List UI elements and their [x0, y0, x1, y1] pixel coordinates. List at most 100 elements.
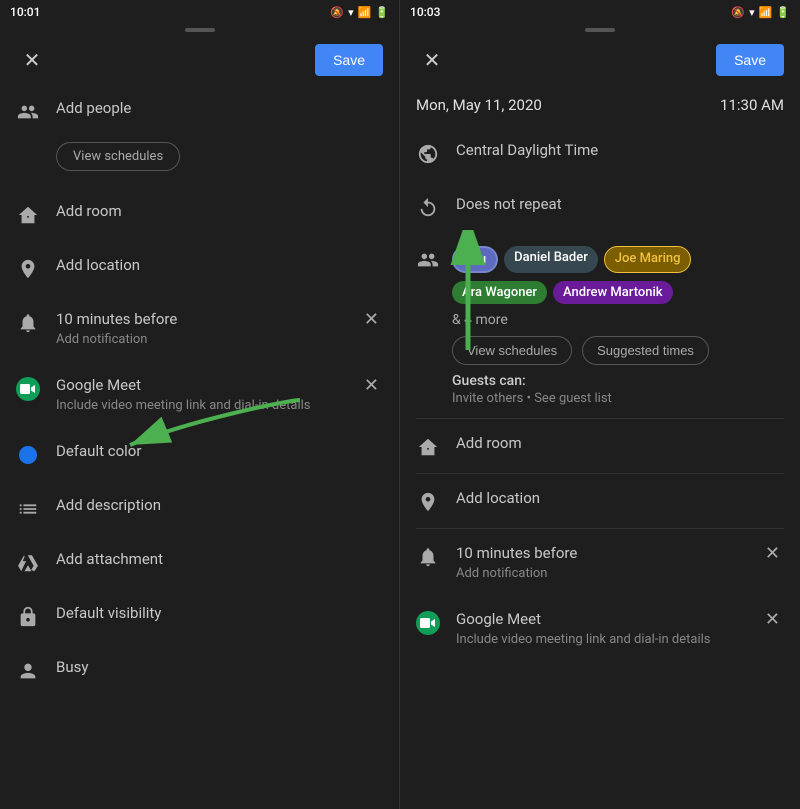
add-people-label: Add people	[56, 98, 383, 119]
right-add-location-label: Add location	[456, 488, 784, 509]
bell-icon	[16, 311, 40, 335]
right-google-meet[interactable]: Google Meet Include video meeting link a…	[400, 595, 800, 661]
right-status-time: 10:03	[410, 5, 440, 19]
google-meet-label: Google Meet	[56, 375, 344, 396]
right-notification-close[interactable]: ✕	[761, 543, 784, 564]
guests-can-title: Guests can:	[452, 373, 784, 389]
lock-icon	[16, 605, 40, 629]
person-icon	[16, 659, 40, 683]
default-color-label: Default color	[56, 441, 383, 462]
left-busy[interactable]: Busy	[0, 643, 399, 697]
left-swipe-indicator	[0, 24, 399, 36]
chip-joe[interactable]: Joe Maring	[604, 246, 692, 273]
swipe-bar	[185, 28, 215, 32]
chip-andrew[interactable]: Andrew Martonik	[553, 281, 673, 304]
chip-ara[interactable]: Ara Wagoner	[452, 281, 547, 304]
add-room-label: Add room	[56, 201, 383, 222]
wifi-icon: ▾	[348, 6, 354, 19]
left-add-location[interactable]: Add location	[0, 241, 399, 295]
guests-section: You Daniel Bader Joe Maring Ara Wagoner …	[400, 234, 800, 418]
right-google-meet-label: Google Meet	[456, 609, 745, 630]
meet-icon	[16, 377, 40, 401]
left-add-attachment[interactable]: Add attachment	[0, 535, 399, 589]
left-view-schedules-button[interactable]: View schedules	[56, 142, 180, 171]
lines-icon	[16, 497, 40, 521]
guests-icon	[416, 248, 440, 272]
meet-text-block: Google Meet Include video meeting link a…	[56, 375, 344, 413]
left-meet-close[interactable]: ✕	[360, 375, 383, 396]
right-add-room-label: Add room	[456, 433, 784, 454]
left-status-icons: 🔕 ▾ 📶 🔋	[330, 6, 389, 19]
add-location-label: Add location	[56, 255, 383, 276]
left-close-button[interactable]: ✕	[16, 44, 48, 76]
right-notification-label: 10 minutes before	[456, 543, 745, 564]
right-building-icon	[416, 435, 440, 459]
chip-daniel[interactable]: Daniel Bader	[504, 246, 598, 273]
left-panel: 10:01 🔕 ▾ 📶 🔋 ✕ Save Add people View sch…	[0, 0, 400, 809]
right-meet-close[interactable]: ✕	[761, 609, 784, 630]
right-google-meet-subtext: Include video meeting link and dial-in d…	[456, 632, 745, 647]
right-status-icons: 🔕 ▾ 📶 🔋	[731, 6, 790, 19]
event-time: 11:30 AM	[720, 96, 784, 114]
right-meet-block: Google Meet Include video meeting link a…	[456, 609, 745, 647]
view-schedules-container: View schedules	[0, 138, 399, 187]
timezone-label: Central Daylight Time	[456, 140, 784, 161]
left-status-bar: 10:01 🔕 ▾ 📶 🔋	[0, 0, 399, 24]
suggested-times-button[interactable]: Suggested times	[582, 336, 709, 365]
repeat-icon	[416, 196, 440, 220]
right-top-bar: ✕ Save	[400, 36, 800, 84]
right-notification-subtext: Add notification	[456, 566, 745, 581]
mute-icon: 🔕	[330, 6, 344, 19]
left-default-color[interactable]: Default color	[0, 427, 399, 481]
guests-chips-row2: Ara Wagoner Andrew Martonik	[452, 281, 784, 304]
left-add-description[interactable]: Add description	[0, 481, 399, 535]
guests-can-detail: Invite others • See guest list	[452, 391, 784, 406]
left-add-room[interactable]: Add room	[0, 187, 399, 241]
building-icon	[16, 203, 40, 227]
right-status-bar: 10:03 🔕 ▾ 📶 🔋	[400, 0, 800, 24]
person-group-icon	[16, 100, 40, 124]
right-timezone[interactable]: Central Daylight Time	[400, 126, 800, 180]
right-wifi-icon: ▾	[749, 6, 755, 19]
google-meet-subtext: Include video meeting link and dial-in d…	[56, 398, 344, 413]
left-save-button[interactable]: Save	[315, 44, 383, 76]
guests-can-section: Guests can: Invite others • See guest li…	[452, 373, 784, 406]
right-swipe-indicator	[400, 24, 800, 36]
globe-icon	[416, 142, 440, 166]
right-meet-icon	[416, 611, 440, 635]
right-bell-icon	[416, 545, 440, 569]
location-icon	[16, 257, 40, 281]
right-location-icon	[416, 490, 440, 514]
left-top-bar: ✕ Save	[0, 36, 399, 84]
left-status-time: 10:01	[10, 5, 40, 19]
left-notification[interactable]: 10 minutes before Add notification ✕	[0, 295, 399, 361]
color-dot	[19, 446, 37, 464]
right-view-schedules-button[interactable]: View schedules	[452, 336, 572, 365]
left-google-meet[interactable]: Google Meet Include video meeting link a…	[0, 361, 399, 427]
default-visibility-label: Default visibility	[56, 603, 383, 624]
add-description-label: Add description	[56, 495, 383, 516]
busy-label: Busy	[56, 657, 383, 678]
left-add-people[interactable]: Add people	[0, 84, 399, 138]
right-add-room[interactable]: Add room	[400, 419, 800, 473]
repeat-label: Does not repeat	[456, 194, 784, 215]
right-repeat[interactable]: Does not repeat	[400, 180, 800, 234]
guests-content: You Daniel Bader Joe Maring Ara Wagoner …	[452, 246, 784, 406]
right-notification[interactable]: 10 minutes before Add notification ✕	[400, 529, 800, 595]
left-notification-close[interactable]: ✕	[360, 309, 383, 330]
schedule-buttons: View schedules Suggested times	[452, 336, 784, 365]
right-panel: 10:03 🔕 ▾ 📶 🔋 ✕ Save Mon, May 11, 2020 1…	[400, 0, 800, 809]
left-default-visibility[interactable]: Default visibility	[0, 589, 399, 643]
right-save-button[interactable]: Save	[716, 44, 784, 76]
drive-icon	[16, 551, 40, 575]
guests-chips: You Daniel Bader Joe Maring	[452, 246, 784, 273]
event-date: Mon, May 11, 2020	[416, 96, 542, 114]
notification-text-block: 10 minutes before Add notification	[56, 309, 344, 347]
right-close-button[interactable]: ✕	[416, 44, 448, 76]
chip-you[interactable]: You	[452, 246, 498, 273]
color-circle-icon	[16, 443, 40, 467]
date-time-row[interactable]: Mon, May 11, 2020 11:30 AM	[400, 84, 800, 126]
right-add-location[interactable]: Add location	[400, 474, 800, 528]
right-battery-icon: 🔋	[776, 6, 790, 19]
signal-icon: 📶	[358, 6, 372, 19]
